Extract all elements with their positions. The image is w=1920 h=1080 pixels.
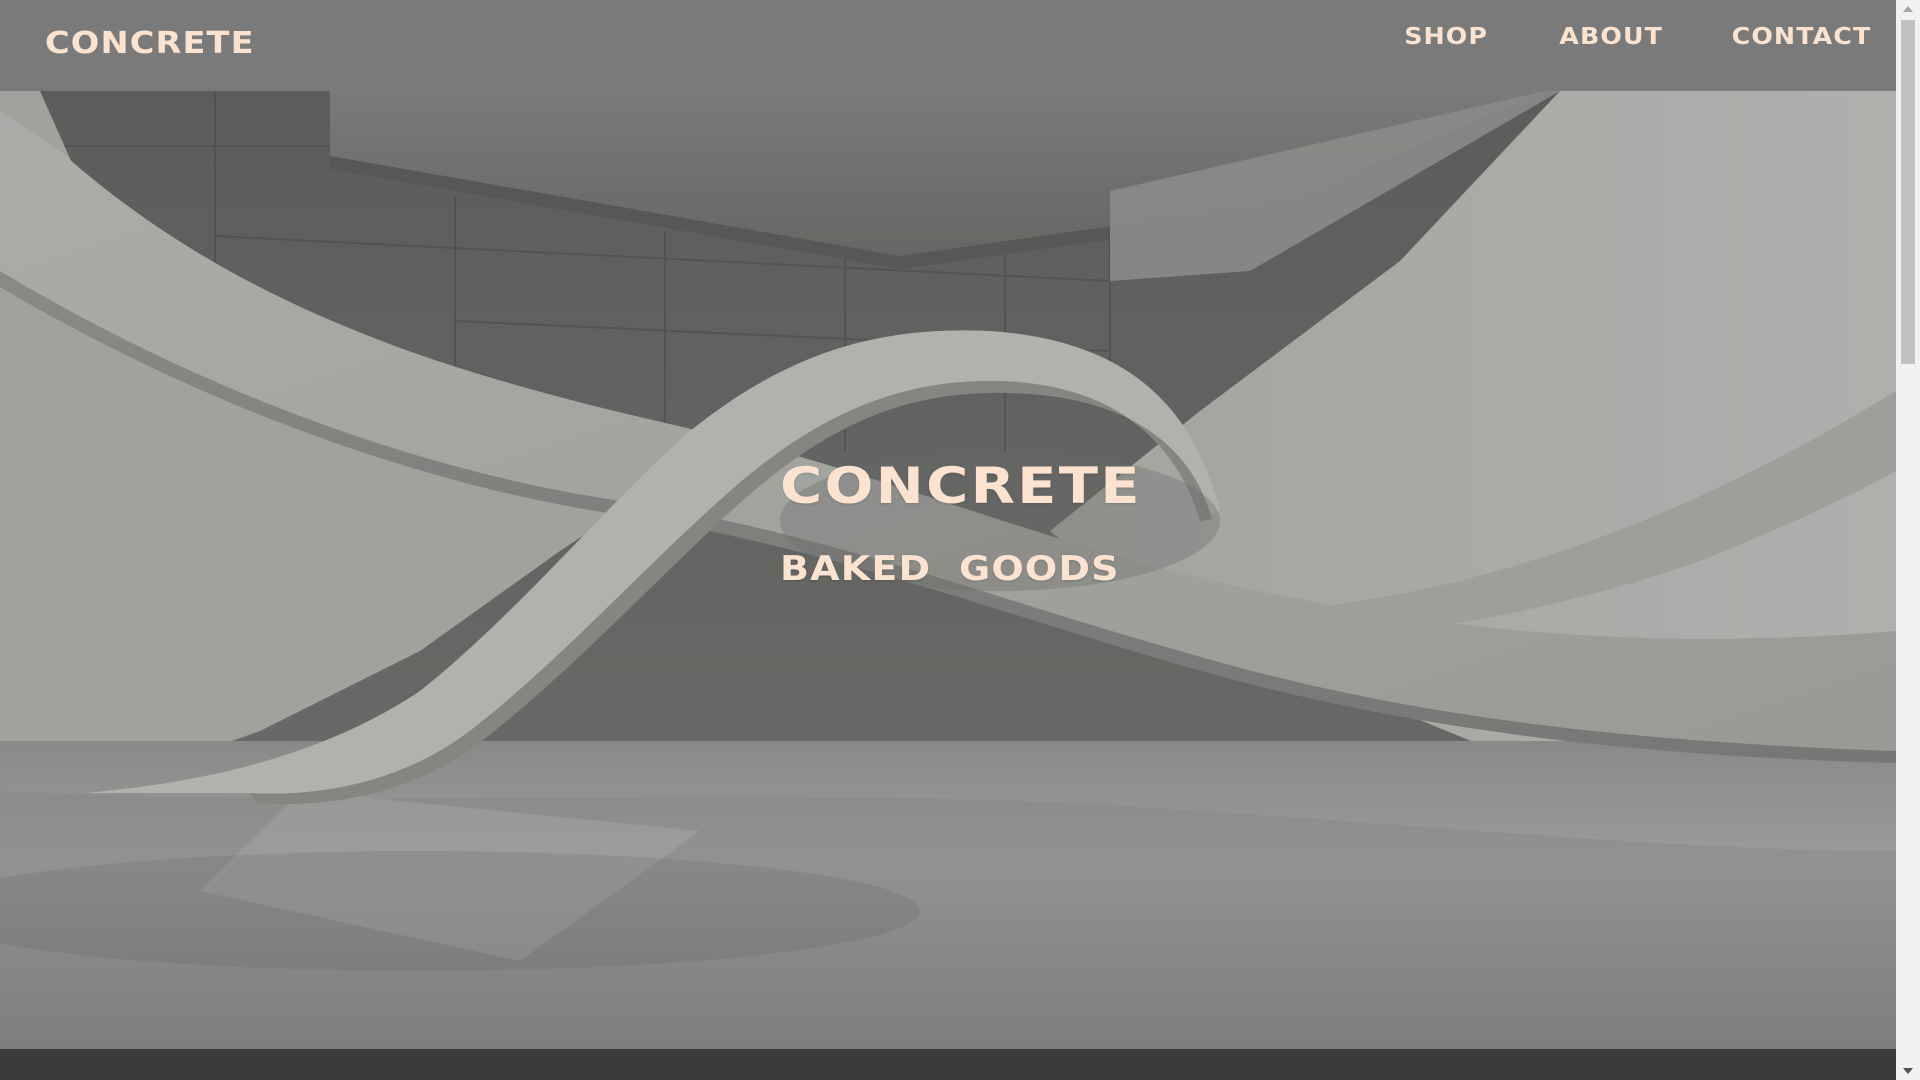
hero-section: CONCRETE BAKED GOODS — [0, 91, 1896, 1049]
chevron-up-icon[interactable] — [1896, 0, 1920, 18]
scrollbar-thumb[interactable] — [1901, 20, 1915, 364]
site-logo[interactable]: CONCRETE — [45, 26, 255, 61]
nav-link-contact[interactable]: CONTACT — [1732, 24, 1872, 50]
chevron-down-icon[interactable] — [1896, 1062, 1920, 1080]
nav-link-shop[interactable]: SHOP — [1404, 24, 1488, 50]
hero-title: CONCRETE — [780, 457, 1142, 515]
main-nav: SHOP ABOUT CONTACT — [1404, 24, 1870, 50]
hero-subtitle: BAKED GOODS — [780, 549, 1119, 589]
page: CONCRETE SHOP ABOUT CONTACT CONCRETE BAK… — [0, 0, 1896, 1080]
site-header: CONCRETE SHOP ABOUT CONTACT — [0, 0, 1896, 91]
footer-band — [0, 1049, 1896, 1080]
hero-subtitle-word: GOODS — [959, 549, 1120, 589]
hero-subtitle-word: BAKED — [780, 549, 932, 589]
vertical-scrollbar[interactable] — [1896, 0, 1920, 1080]
nav-link-about[interactable]: ABOUT — [1559, 24, 1663, 50]
